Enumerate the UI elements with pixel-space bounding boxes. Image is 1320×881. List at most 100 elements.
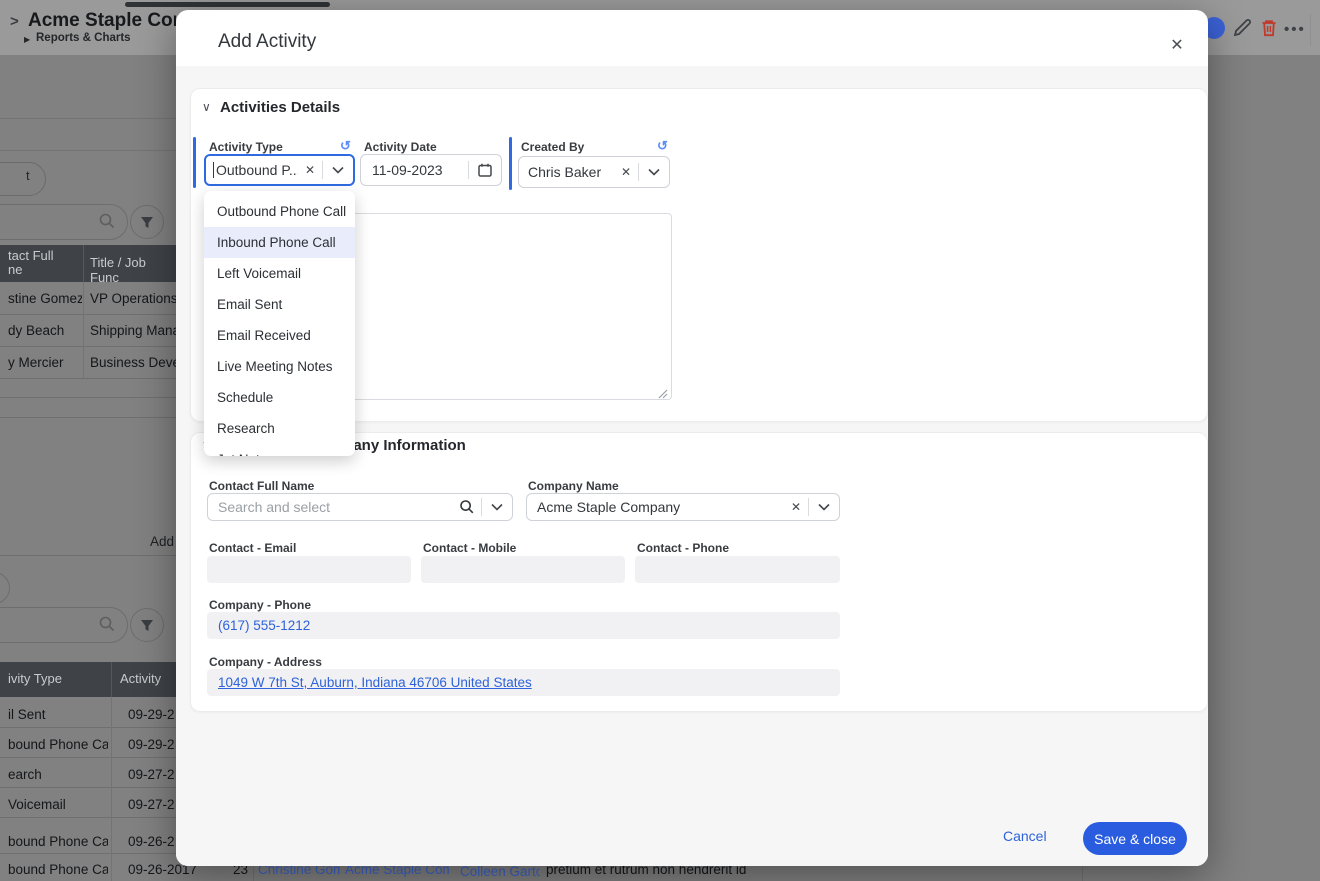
- filter-funnel-icon: [140, 216, 154, 229]
- edit-pencil-icon[interactable]: [1231, 17, 1253, 44]
- col-activity-type: ivity Type: [8, 671, 62, 686]
- contacts-table-header: tact Full ne Title / Job Func: [0, 245, 176, 282]
- dropdown-item-selected[interactable]: Inbound Phone Call: [204, 227, 355, 258]
- contact-email-label: Contact - Email: [209, 541, 296, 555]
- expand-arrow-icon[interactable]: ▶: [24, 35, 30, 44]
- table-cell: 09-27-2: [128, 797, 176, 812]
- chevron-down-icon[interactable]: [639, 168, 669, 176]
- screen: > Acme Staple Compan ▶ Reports & Charts …: [0, 0, 1320, 881]
- clear-x-icon[interactable]: ✕: [784, 500, 808, 514]
- clear-x-icon[interactable]: ✕: [298, 163, 322, 177]
- breadcrumb-reports-charts[interactable]: Reports & Charts: [36, 32, 131, 44]
- contact-mobile-label: Contact - Mobile: [423, 541, 516, 555]
- bg-divider: [0, 118, 176, 119]
- col-activity-date: Activity: [120, 671, 161, 686]
- cell-activity-type: bound Phone Call: [8, 862, 108, 877]
- filter-button[interactable]: [130, 608, 164, 642]
- company-phone-link[interactable]: (617) 555-1212: [218, 618, 310, 633]
- table-row[interactable]: y Mercier: [8, 355, 82, 370]
- table-cell: Shipping Manag: [90, 323, 176, 338]
- created-by-value: Chris Baker: [528, 164, 601, 180]
- table-row[interactable]: bound Phone Call: [8, 737, 108, 752]
- cell-assigned-link[interactable]: Colleen Garton: [460, 864, 540, 879]
- modified-indicator-bar: [193, 137, 196, 188]
- dropdown-item[interactable]: Live Meeting Notes: [204, 351, 355, 382]
- search-icon: [98, 615, 116, 638]
- contact-phone-label: Contact - Phone: [637, 541, 729, 555]
- contact-email-field: [207, 556, 411, 583]
- company-name-combobox[interactable]: Acme Staple Company ✕: [526, 493, 840, 521]
- company-address-link[interactable]: 1049 W 7th St, Auburn, Indiana 46706 Uni…: [218, 675, 532, 690]
- filter-funnel-icon: [140, 619, 154, 632]
- breadcrumb-caret-icon: >: [10, 13, 19, 30]
- modified-indicator-bar: [509, 137, 512, 190]
- company-phone-label: Company - Phone: [209, 598, 311, 612]
- chevron-down-icon[interactable]: [482, 503, 512, 511]
- activity-type-dropdown: Outbound Phone Call Inbound Phone Call L…: [204, 191, 355, 456]
- breadcrumb-company[interactable]: Acme Staple Compan: [28, 10, 176, 32]
- contact-mobile-field: [421, 556, 625, 583]
- save-and-close-button[interactable]: Save & close: [1083, 822, 1187, 855]
- table-cell: 09-27-2: [128, 767, 176, 782]
- company-phone-field: (617) 555-1212: [207, 612, 840, 639]
- chevron-down-icon[interactable]: [809, 503, 839, 511]
- contact-phone-field: [635, 556, 840, 583]
- table-cell: 09-29-2: [128, 707, 176, 722]
- table-row[interactable]: Voicemail: [8, 797, 108, 812]
- col-contact-full-name: tact Full: [8, 249, 54, 263]
- table-cell: 09-29-2: [128, 737, 176, 752]
- chevron-down-icon[interactable]: ∨: [202, 100, 211, 114]
- bg-partial-button[interactable]: [0, 162, 46, 196]
- toolbar-divider: [1310, 14, 1311, 46]
- activity-date-label: Activity Date: [364, 140, 437, 154]
- dropdown-item[interactable]: Schedule: [204, 382, 355, 413]
- contact-full-name-search[interactable]: Search and select: [207, 493, 513, 521]
- close-icon[interactable]: ✕: [1165, 33, 1189, 57]
- table-row[interactable]: dy Beach: [8, 323, 82, 338]
- activities-table-header: ivity Type Activity: [0, 662, 176, 697]
- created-by-combobox[interactable]: Chris Baker ✕: [518, 156, 670, 188]
- search-icon: [98, 212, 116, 235]
- more-options-icon[interactable]: •••: [1284, 21, 1306, 38]
- active-tab-indicator: [125, 2, 330, 7]
- text-cursor: [213, 162, 214, 178]
- contact-full-name-label: Contact Full Name: [209, 479, 314, 493]
- clear-x-icon[interactable]: ✕: [614, 165, 638, 179]
- activity-date-input[interactable]: 11-09-2023: [360, 154, 502, 186]
- bg-divider: [0, 150, 176, 151]
- table-row[interactable]: il Sent: [8, 707, 108, 722]
- table-row[interactable]: earch: [8, 767, 108, 782]
- company-name-label: Company Name: [528, 479, 619, 493]
- calendar-icon[interactable]: [469, 163, 501, 177]
- created-by-label: Created By: [521, 140, 584, 154]
- delete-trash-icon[interactable]: [1258, 17, 1280, 44]
- activity-type-combobox[interactable]: Outbound P... ✕: [204, 154, 355, 186]
- table-row[interactable]: stine Gomez: [8, 291, 82, 306]
- company-address-field: 1049 W 7th St, Auburn, Indiana 46706 Uni…: [207, 669, 840, 696]
- dropdown-item[interactable]: Outbound Phone Call: [204, 196, 355, 227]
- table-cell: VP Operations: [90, 291, 176, 306]
- col-contact-full-name-2: ne: [8, 263, 54, 277]
- col-title-job: Title / Job Func: [90, 255, 176, 285]
- bg-add-button-partial[interactable]: Add: [150, 534, 174, 549]
- modal-title: Add Activity: [218, 31, 316, 53]
- section-title-activities-details: Activities Details: [220, 99, 340, 116]
- resize-handle[interactable]: [658, 386, 668, 396]
- dropdown-item[interactable]: Research: [204, 413, 355, 444]
- dropdown-item[interactable]: Jot Note: [204, 444, 355, 456]
- cancel-button[interactable]: Cancel: [1003, 828, 1063, 848]
- company-name-value: Acme Staple Company: [537, 499, 680, 515]
- table-row[interactable]: bound Phone Call: [8, 834, 108, 849]
- bg-partial-pill: [0, 572, 10, 604]
- search-icon[interactable]: [453, 499, 481, 515]
- activity-type-label: Activity Type: [209, 140, 283, 154]
- dropdown-item[interactable]: Left Voicemail: [204, 258, 355, 289]
- reset-icon[interactable]: ↺: [340, 138, 351, 154]
- filter-button[interactable]: [130, 205, 164, 239]
- dropdown-item[interactable]: Email Sent: [204, 289, 355, 320]
- table-cell: 09-26-2: [128, 834, 176, 849]
- chevron-down-icon[interactable]: [323, 166, 353, 174]
- reset-icon[interactable]: ↺: [657, 138, 668, 154]
- activity-date-value: 11-09-2023: [372, 162, 443, 178]
- dropdown-item[interactable]: Email Received: [204, 320, 355, 351]
